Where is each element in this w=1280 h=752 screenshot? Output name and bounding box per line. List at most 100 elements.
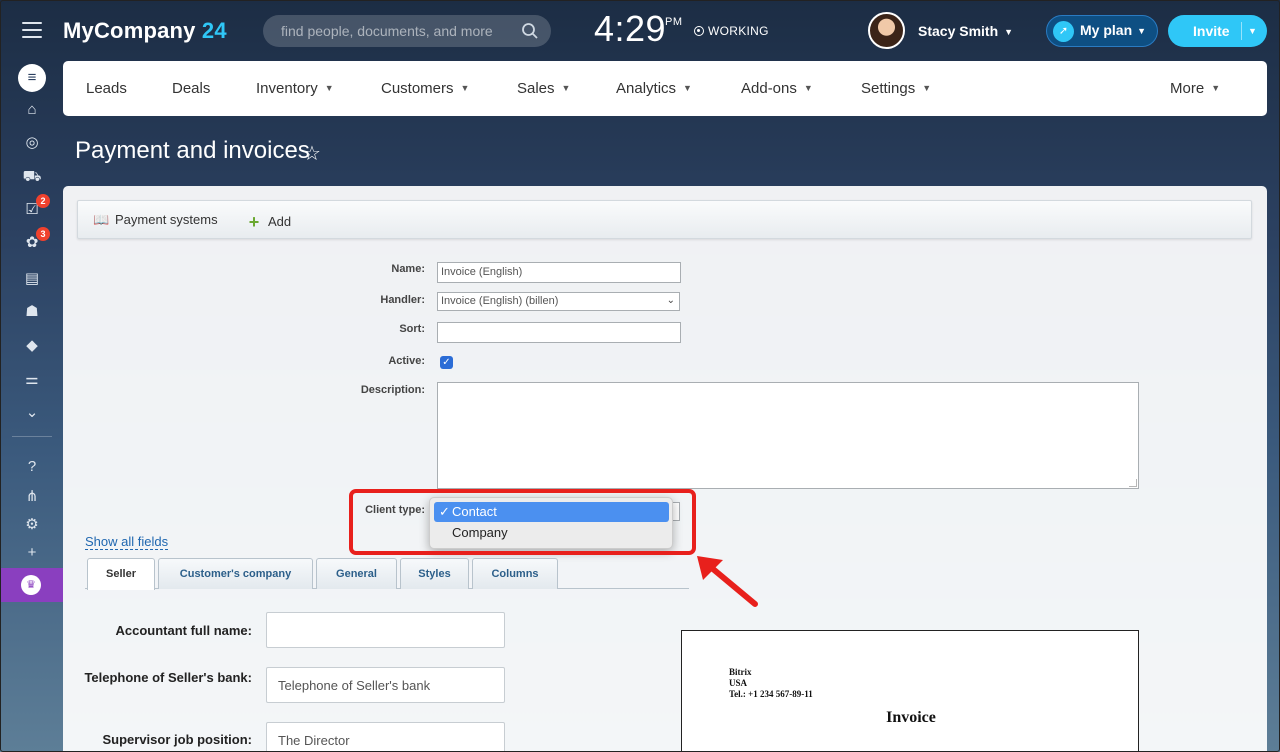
nav-item-sales[interactable]: Sales ▼ — [517, 80, 570, 97]
invite-button[interactable]: Invite ▼ — [1168, 15, 1267, 47]
logo[interactable]: MyCompany 24 — [63, 18, 227, 44]
bank-phone-field[interactable]: Telephone of Seller's bank — [266, 667, 505, 703]
my-plan-button[interactable]: ➚ My plan ▼ — [1046, 15, 1158, 47]
gear-icon[interactable]: ⚙ — [22, 515, 42, 535]
nav-label: Inventory — [256, 80, 318, 97]
plus-icon: + — [248, 212, 260, 232]
work-status[interactable]: WORKING — [694, 24, 769, 38]
nav-label: Add-ons — [741, 80, 797, 97]
nav-label: Deals — [172, 80, 211, 97]
tab-seller[interactable]: Seller — [87, 558, 155, 590]
nav-item-leads[interactable]: Leads — [86, 80, 127, 97]
bank-phone-label: Telephone of Seller's bank: — [84, 670, 252, 685]
user-name: Stacy Smith — [918, 23, 999, 39]
bank-icon[interactable]: ⌂ — [22, 100, 42, 120]
main-panel: 📖 Payment systems + Add Name: Invoice (Eng… — [63, 186, 1267, 752]
chevron-down-icon: ⌄ — [666, 295, 675, 306]
nav-item-deals[interactable]: Deals — [172, 80, 210, 97]
sitemap-icon[interactable]: ⋔ — [22, 487, 42, 507]
top-bar: MyCompany 24 find people, documents, and… — [0, 0, 1280, 62]
feed-badge: 3 — [36, 227, 50, 241]
bank-phone-placeholder: Telephone of Seller's bank — [278, 678, 431, 693]
plus-icon[interactable]: + — [22, 543, 42, 563]
nav-label: Leads — [86, 80, 127, 97]
sliders-icon[interactable]: ⚌ — [22, 370, 42, 390]
handler-label: Handler: — [380, 294, 425, 306]
box-icon[interactable]: ◆ — [22, 336, 42, 356]
handler-select[interactable]: Invoice (English) (billen) ⌄ — [437, 292, 680, 311]
sort-label: Sort: — [399, 323, 425, 335]
cart-icon[interactable]: ⛟ — [22, 167, 42, 187]
description-label: Description: — [360, 384, 425, 396]
nav-item-analytics[interactable]: Analytics ▼ — [616, 80, 692, 97]
chevron-down-icon: ▼ — [324, 83, 334, 93]
top-nav: Leads Deals Inventory ▼ Customers ▼ Sales ▼… — [63, 61, 1267, 116]
nav-label: Sales — [517, 80, 555, 97]
clock-ampm: PM — [665, 16, 683, 28]
help-icon[interactable]: ? — [22, 457, 42, 477]
tab-general[interactable]: General — [316, 558, 397, 589]
clock-time: 4:29 — [594, 8, 667, 49]
nav-item-more[interactable]: More ▼ — [1170, 80, 1220, 97]
nav-item-addons[interactable]: Add-ons ▼ — [741, 80, 813, 97]
crown-icon: ♛ — [21, 575, 41, 595]
add-button[interactable]: + Add — [246, 212, 291, 233]
add-label: Add — [268, 214, 292, 229]
payment-systems-label: Payment systems — [115, 212, 218, 227]
menu-icon[interactable] — [22, 22, 42, 38]
supervisor-field[interactable]: The Director — [266, 722, 505, 752]
clock[interactable]: 4:29 PM — [594, 8, 682, 50]
chevron-down-icon: ▼ — [561, 83, 571, 93]
search-input[interactable]: find people, documents, and more — [263, 15, 551, 47]
rail-divider — [12, 436, 52, 437]
annotation-arrow-icon — [697, 556, 758, 607]
nav-item-inventory[interactable]: Inventory ▼ — [256, 80, 334, 97]
target-icon[interactable]: ◎ — [22, 133, 42, 153]
user-menu[interactable]: Stacy Smith ▼ — [918, 23, 1013, 39]
chevron-down-icon: ▼ — [803, 83, 813, 93]
search-placeholder: find people, documents, and more — [281, 23, 493, 39]
contact-card-icon[interactable]: ▤ — [22, 269, 42, 289]
handler-value: Invoice (English) (billen) — [441, 295, 559, 307]
search-icon[interactable] — [521, 22, 539, 40]
nav-item-customers[interactable]: Customers ▼ — [381, 80, 469, 97]
tab-bar: Seller Customer's company General Styles… — [85, 557, 689, 590]
star-icon[interactable]: ☆ — [303, 141, 321, 166]
active-checkbox[interactable]: ✓ — [440, 356, 453, 369]
divider — [1241, 22, 1242, 40]
resize-handle[interactable] — [1129, 479, 1137, 487]
chevron-down-icon[interactable]: ▼ — [1248, 26, 1257, 36]
robot-icon[interactable]: ☗ — [22, 302, 42, 322]
show-all-fields-link[interactable]: Show all fields — [85, 534, 169, 550]
book-icon: 📖 — [93, 212, 110, 227]
sort-field[interactable] — [437, 322, 681, 343]
payment-systems-button[interactable]: 📖 Payment systems — [93, 212, 218, 228]
status-icon — [694, 26, 704, 36]
name-field[interactable]: Invoice (English) — [437, 262, 681, 283]
work-status-label: WORKING — [708, 24, 769, 38]
avatar[interactable] — [868, 12, 905, 49]
upgrade-button[interactable]: ♛ — [0, 568, 63, 602]
tab-styles[interactable]: Styles — [400, 558, 469, 589]
tasks-badge: 2 — [36, 194, 50, 208]
tab-columns[interactable]: Columns — [472, 558, 558, 589]
active-label: Active: — [388, 355, 425, 367]
nav-item-settings[interactable]: Settings ▼ — [861, 80, 931, 97]
preview-phone: Tel.: +1 234 567-89-11 — [729, 689, 813, 699]
more-down-icon[interactable]: ⌄ — [22, 403, 42, 423]
description-textarea[interactable] — [437, 382, 1139, 489]
chevron-down-icon: ▼ — [1211, 83, 1221, 93]
tab-customers-company[interactable]: Customer's company — [158, 558, 313, 589]
name-label: Name: — [391, 263, 425, 275]
feed-icon[interactable]: ✿ 3 — [22, 227, 50, 253]
page-title: Payment and invoices — [75, 137, 310, 164]
accountant-field[interactable] — [266, 612, 505, 648]
my-plan-label: My plan — [1080, 22, 1133, 38]
chevron-down-icon: ▼ — [922, 83, 932, 93]
highlight-box — [349, 489, 696, 555]
tasks-icon[interactable]: ☑ 2 — [22, 194, 50, 220]
preview-company: Bitrix — [729, 667, 752, 677]
toolbar: 📖 Payment systems + Add — [77, 200, 1252, 239]
filter-icon[interactable]: ≡ — [18, 64, 46, 92]
logo-text: MyCompany — [63, 18, 196, 43]
